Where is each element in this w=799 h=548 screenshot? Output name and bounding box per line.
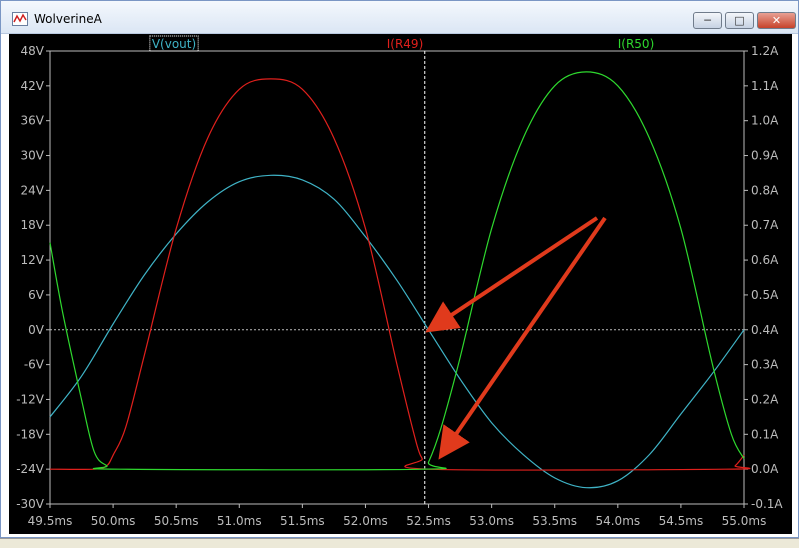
legend-layer[interactable]: V(vout) I(R49) I(R50) [149,35,655,52]
legend-i-r49[interactable]: I(R49) [387,37,424,51]
series-line-i-r50 [49,71,745,471]
y-right-tick-label: 1.0A [751,114,779,128]
y-right-tick-label: 0.3A [751,358,779,372]
minimize-button[interactable]: ─ [693,12,722,29]
y-left-tick-label: 36V [21,114,45,128]
y-right-tick-label: 0.8A [751,183,779,197]
y-left-tick-label: -30V [16,497,45,511]
series-layer [49,71,751,489]
minimize-icon: ─ [704,14,711,27]
x-tick-label: 53.5ms [532,514,577,528]
y-left-tick-label: -18V [16,427,45,441]
annotation-arrow-lower [438,216,607,460]
close-icon: ✕ [771,14,782,27]
y-left-tick-label: 42V [21,79,45,93]
x-tick-label: 50.5ms [154,514,199,528]
maximize-icon: □ [734,14,745,27]
y-right-tick-label: 1.2A [751,44,779,58]
legend-i-r50[interactable]: I(R50) [618,37,655,51]
series-line-v-vout [49,174,745,489]
x-tick-label: 51.5ms [280,514,325,528]
y-left-tick-label: 6V [28,288,45,302]
x-tick-label: 52.5ms [406,514,451,528]
y-right-tick-label: 0.2A [751,392,779,406]
x-tick-label: 54.0ms [595,514,640,528]
x-tick-label: 52.0ms [343,514,388,528]
y-right-tick-label: 1.1A [751,79,779,93]
y-right-tick-label: -0.1A [751,497,783,511]
tick-layer: 49.5ms 50.0ms 50.5ms 51.0ms 51.5ms 52.0ms 52.5… [16,44,783,528]
y-right-tick-label: 0.7A [751,218,779,232]
legend-v-vout[interactable]: V(vout) [152,37,196,51]
x-tick-label: 54.5ms [659,514,704,528]
series-line-i-r49 [49,78,751,471]
x-tick-label: 53.0ms [469,514,514,528]
y-right-tick-label: 0.0A [751,462,779,476]
y-left-tick-label: -6V [24,358,45,372]
plot-window: WolverineA ─ □ ✕ 49.5ms 50.0ms 50.5ms 51.0m… [0,0,799,538]
annotation-arrow-upper [425,216,599,333]
y-right-tick-label: 0.5A [751,288,779,302]
y-left-tick-label: 18V [21,218,45,232]
y-left-tick-label: 30V [21,149,45,163]
title-bar[interactable]: WolverineA ─ □ ✕ [1,1,798,34]
waveform-icon [12,12,28,26]
x-tick-label: 51.0ms [217,514,262,528]
y-left-tick-label: 24V [21,183,45,197]
x-tick-label: 55.0ms [722,514,767,528]
maximize-button[interactable]: □ [725,12,754,29]
y-right-tick-label: 0.1A [751,427,779,441]
annotation-layer [425,216,607,460]
y-right-tick-label: 0.4A [751,323,779,337]
x-tick-label: 50.0ms [91,514,136,528]
plot-area[interactable]: 49.5ms 50.0ms 50.5ms 51.0ms 51.5ms 52.0ms 52.5… [9,34,792,534]
close-button[interactable]: ✕ [757,12,796,29]
y-left-tick-label: -12V [16,392,45,406]
y-left-tick-label: 12V [21,253,45,267]
y-right-tick-label: 0.6A [751,253,779,267]
y-right-tick-label: 0.9A [751,149,779,163]
x-tick-label: 49.5ms [28,514,73,528]
window-title: WolverineA [34,12,102,26]
y-left-tick-label: -24V [16,462,45,476]
y-left-tick-label: 0V [28,323,45,337]
waveform-chart[interactable]: 49.5ms 50.0ms 50.5ms 51.0ms 51.5ms 52.0ms 52.5… [9,34,792,534]
y-left-tick-label: 48V [21,44,45,58]
